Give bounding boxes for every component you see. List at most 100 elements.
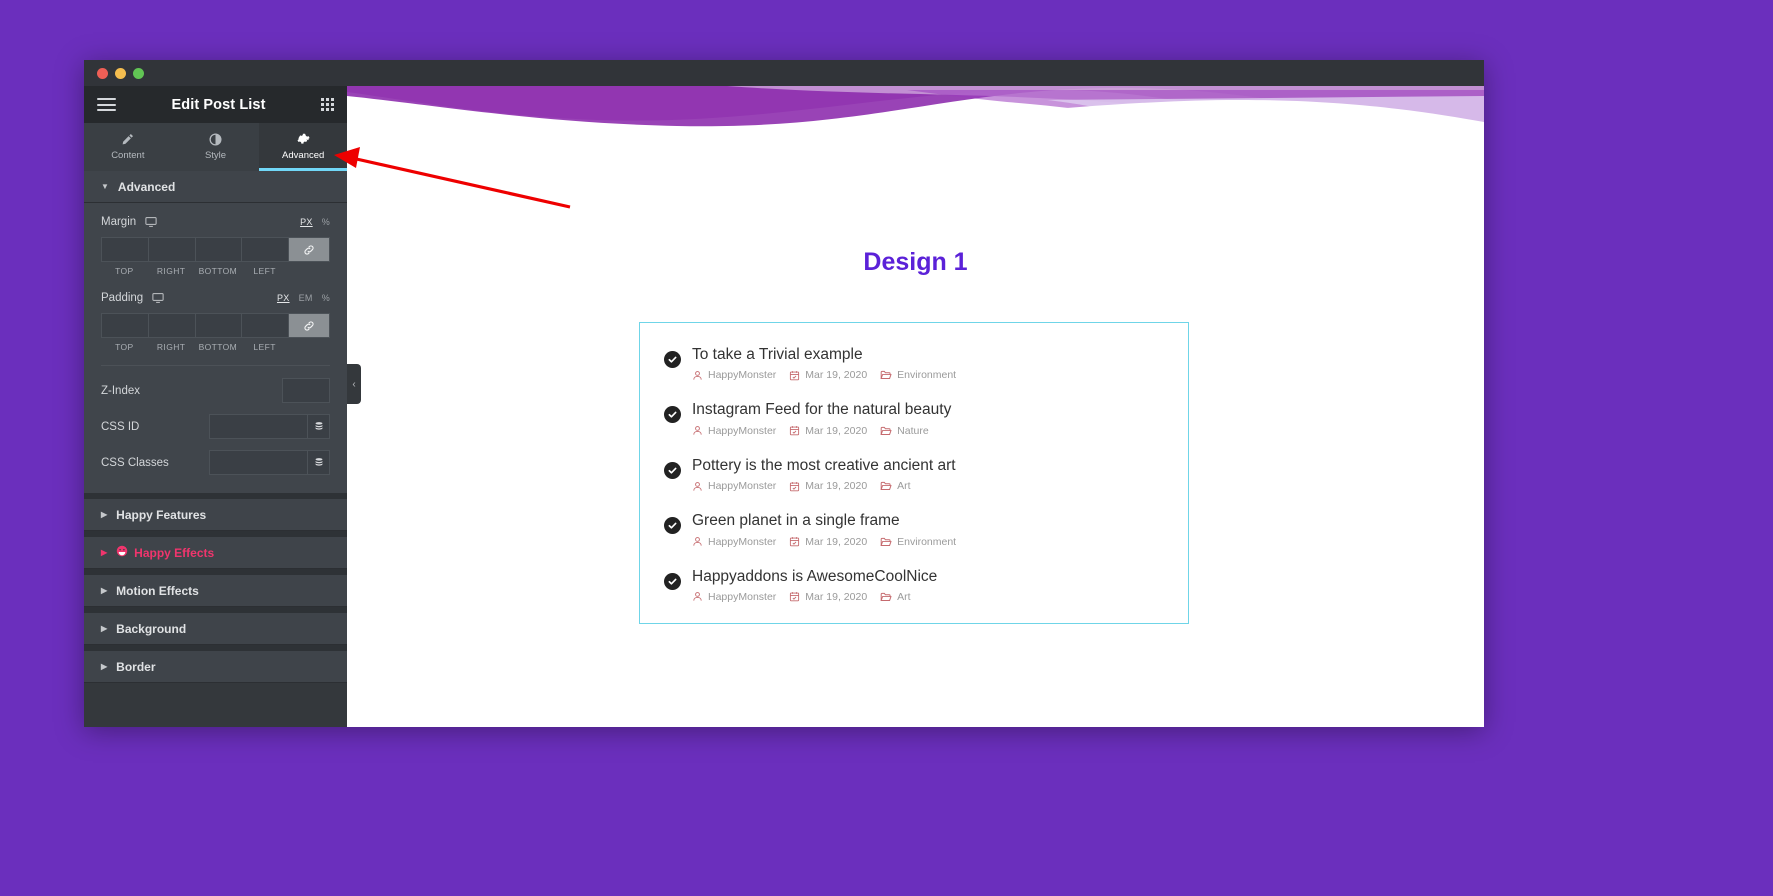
post-category-text: Environment — [897, 535, 957, 548]
post-author[interactable]: HappyMonster — [692, 536, 776, 548]
hamburger-menu-icon[interactable] — [97, 95, 116, 115]
post-category[interactable]: Environment — [880, 536, 956, 548]
panel-collapse-handle[interactable]: ‹ — [347, 364, 361, 404]
margin-label-right: RIGHT — [156, 266, 186, 276]
post-meta: HappyMonster Mar 19, 2020 Art — [692, 480, 1164, 492]
post-author[interactable]: HappyMonster — [692, 425, 776, 437]
post-title[interactable]: Happyaddons is AwesomeCoolNice — [692, 567, 1164, 586]
desktop-icon[interactable] — [152, 292, 164, 304]
css-classes-control: CSS Classes — [101, 450, 330, 475]
padding-unit-em[interactable]: EM — [299, 293, 313, 303]
post-list-item[interactable]: Happyaddons is AwesomeCoolNice HappyMons… — [664, 567, 1164, 603]
post-title[interactable]: To take a Trivial example — [692, 345, 1164, 364]
post-list-item[interactable]: Green planet in a single frame HappyMons… — [664, 511, 1164, 548]
post-date[interactable]: Mar 19, 2020 — [789, 591, 867, 603]
margin-right-input[interactable] — [147, 237, 195, 262]
margin-top-input[interactable] — [101, 237, 148, 262]
post-list-item[interactable]: Instagram Feed for the natural beauty Ha… — [664, 400, 1164, 437]
post-author[interactable]: HappyMonster — [692, 480, 776, 492]
window-close-button[interactable] — [97, 67, 108, 79]
padding-top-input[interactable] — [101, 313, 148, 338]
margin-label: Margin — [101, 216, 137, 228]
check-circle-icon — [664, 406, 681, 424]
post-list-item[interactable]: Pottery is the most creative ancient art… — [664, 456, 1164, 492]
post-author-text: HappyMonster — [708, 590, 777, 603]
chevron-right-icon: ▶ — [101, 585, 108, 595]
post-list-item[interactable]: To take a Trivial example HappyMonster M… — [664, 345, 1164, 381]
padding-right-input[interactable] — [147, 313, 195, 338]
padding-inputs — [101, 313, 330, 338]
chevron-right-icon: ▶ — [101, 623, 108, 633]
post-date[interactable]: Mar 19, 2020 — [789, 369, 867, 381]
tab-advanced[interactable]: Advanced — [259, 123, 348, 171]
padding-unit-percent[interactable]: % — [322, 293, 330, 303]
window-minimize-button[interactable] — [115, 67, 126, 79]
user-icon — [692, 536, 703, 547]
folder-icon — [880, 369, 892, 381]
database-icon[interactable] — [308, 414, 330, 439]
post-category[interactable]: Art — [880, 480, 911, 493]
section-header-advanced[interactable]: ▼ Advanced — [84, 171, 347, 203]
margin-bottom-input[interactable] — [194, 237, 242, 262]
desktop-icon[interactable] — [145, 216, 157, 228]
margin-units: PX % — [300, 217, 330, 227]
wave-banner-graphic — [347, 86, 1484, 142]
accordion-label-background: Background — [116, 621, 187, 636]
tab-style[interactable]: Style — [172, 123, 260, 171]
padding-label-line: Padding PX EM % — [101, 292, 330, 304]
accordion-happy-effects[interactable]: ▶ Happy Effects — [84, 537, 347, 569]
panel-scroll-area[interactable]: ▼ Advanced Margin PX % TOP RIGHT BOTTOM … — [84, 171, 347, 727]
z-index-input[interactable] — [282, 378, 330, 403]
app-window: Edit Post List Content Style Advanced ▼ … — [84, 60, 1484, 727]
accordion-background[interactable]: ▶ Background — [84, 613, 347, 645]
css-classes-input[interactable] — [209, 450, 308, 475]
accordion-happy-features[interactable]: ▶ Happy Features — [84, 499, 347, 531]
database-icon[interactable] — [308, 450, 330, 475]
css-id-input[interactable] — [209, 414, 308, 439]
design-title: Design 1 — [863, 248, 968, 276]
post-date[interactable]: Mar 19, 2020 — [789, 425, 867, 437]
tab-content[interactable]: Content — [84, 123, 172, 171]
margin-unit-px[interactable]: PX — [300, 217, 313, 227]
padding-unit-px[interactable]: PX — [277, 293, 290, 303]
margin-label-bottom: BOTTOM — [198, 266, 238, 276]
check-circle-icon — [664, 517, 681, 535]
window-maximize-button[interactable] — [133, 67, 144, 79]
folder-icon — [880, 480, 892, 492]
post-date-text: Mar 19, 2020 — [805, 480, 868, 493]
accordion-label-happy-features: Happy Features — [116, 507, 207, 522]
margin-link-icon[interactable] — [288, 237, 330, 262]
editor-panel: Edit Post List Content Style Advanced ▼ … — [84, 86, 361, 727]
gear-icon — [297, 133, 310, 146]
chevron-right-icon: ▶ — [101, 509, 108, 519]
post-author[interactable]: HappyMonster — [692, 591, 776, 603]
post-title[interactable]: Green planet in a single frame — [692, 511, 1164, 530]
accordion-motion-effects[interactable]: ▶ Motion Effects — [84, 575, 347, 607]
post-date[interactable]: Mar 19, 2020 — [789, 480, 867, 492]
post-category-text: Art — [897, 480, 911, 493]
user-icon — [692, 481, 703, 492]
post-list-widget[interactable]: To take a Trivial example HappyMonster M… — [639, 322, 1189, 624]
padding-left-input[interactable] — [241, 313, 288, 338]
post-category[interactable]: Nature — [880, 425, 929, 437]
grid-icon[interactable] — [321, 98, 334, 111]
post-body: To take a Trivial example HappyMonster M… — [692, 345, 1164, 381]
margin-control: Margin PX % TOP RIGHT BOTTOM LEFT — [101, 216, 330, 276]
post-category[interactable]: Environment — [880, 369, 956, 381]
margin-labels-spacer — [288, 266, 330, 276]
padding-bottom-input[interactable] — [194, 313, 242, 338]
post-date[interactable]: Mar 19, 2020 — [789, 536, 867, 548]
z-index-field-wrap — [282, 378, 330, 403]
post-author-text: HappyMonster — [708, 480, 777, 493]
margin-left-input[interactable] — [241, 237, 288, 262]
padding-link-icon[interactable] — [288, 313, 330, 338]
post-author[interactable]: HappyMonster — [692, 369, 776, 381]
post-title[interactable]: Pottery is the most creative ancient art — [692, 456, 1164, 475]
margin-side-labels: TOP RIGHT BOTTOM LEFT — [101, 266, 330, 276]
post-category[interactable]: Art — [880, 591, 911, 603]
post-title[interactable]: Instagram Feed for the natural beauty — [692, 400, 1164, 419]
accordion-border[interactable]: ▶ Border — [84, 651, 347, 683]
margin-unit-percent[interactable]: % — [322, 217, 330, 227]
happy-face-icon — [116, 545, 128, 560]
tab-content-label: Content — [111, 150, 145, 161]
